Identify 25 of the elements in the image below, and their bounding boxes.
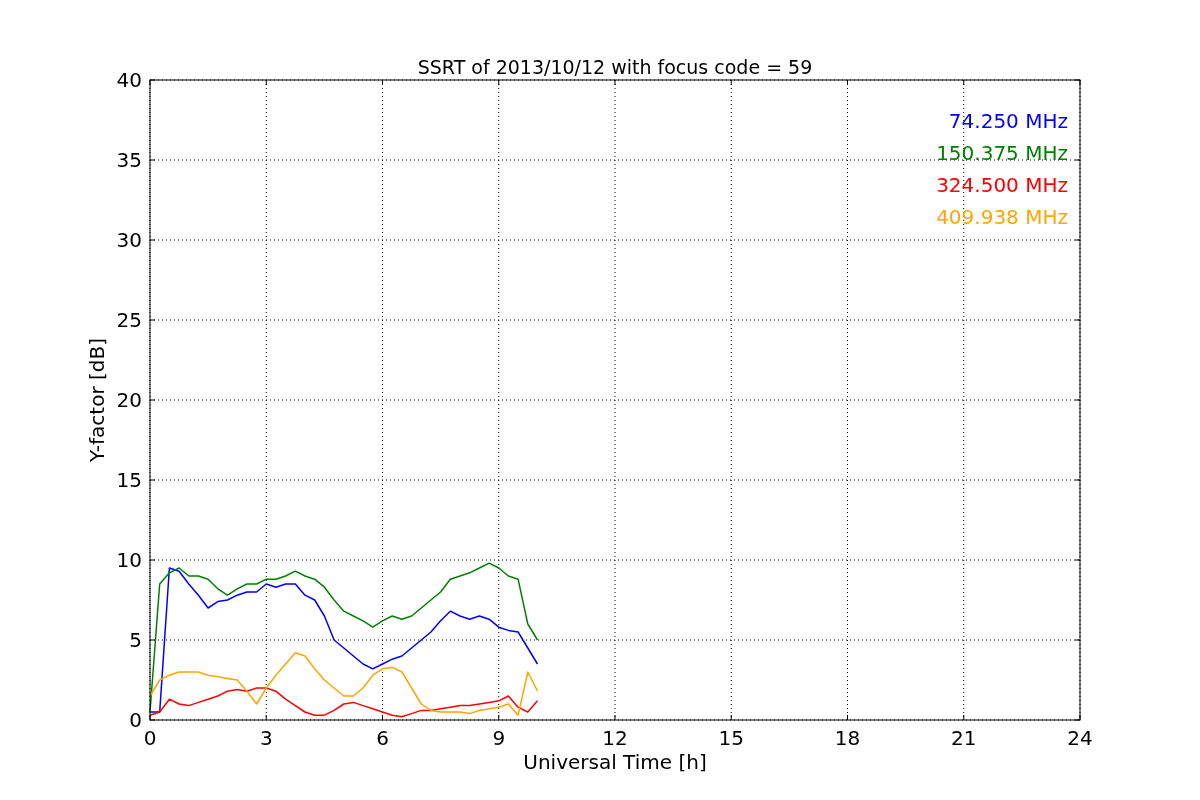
- tick-label: 0: [143, 726, 157, 750]
- tick-label: 40: [116, 68, 142, 92]
- legend-label: 150.375 MHz: [936, 141, 1068, 165]
- tick-label: 21: [951, 726, 977, 750]
- legend-label: 324.500 MHz: [936, 173, 1068, 197]
- tick-label: 5: [129, 628, 142, 652]
- tick-label: 0: [129, 708, 142, 732]
- axis-label: Universal Time [h]: [523, 750, 707, 774]
- tick-label: 15: [718, 726, 744, 750]
- legend-label: 74.250 MHz: [948, 109, 1068, 133]
- tick-label: 3: [259, 726, 273, 750]
- tick-label: 12: [602, 726, 628, 750]
- tick-label: 25: [116, 308, 142, 332]
- tick-label: 30: [116, 228, 142, 252]
- axis-label: Y-factor [dB]: [85, 338, 109, 462]
- tick-label: 24: [1067, 726, 1093, 750]
- tick-label: 35: [116, 148, 142, 172]
- legend-label: 409.938 MHz: [936, 205, 1068, 229]
- tick-label: 18: [834, 726, 861, 750]
- tick-label: 15: [116, 468, 142, 492]
- tick-label: 10: [116, 548, 142, 572]
- chart-title: SSRT of 2013/10/12 with focus code = 59: [417, 56, 813, 78]
- tick-label: 20: [116, 388, 142, 412]
- tick-label: 6: [376, 726, 389, 750]
- tick-label: 9: [492, 726, 506, 750]
